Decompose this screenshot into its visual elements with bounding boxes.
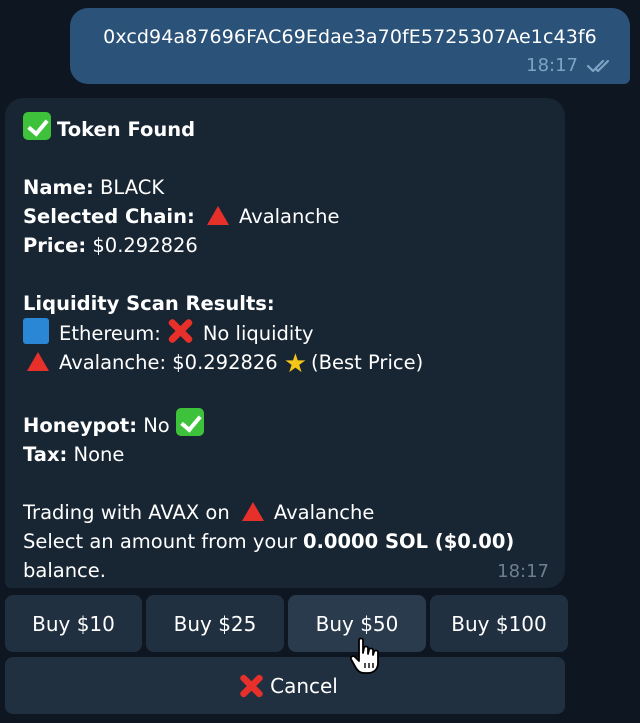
hand-cursor-icon [349,637,379,674]
token-found-header: Token Found [23,112,547,144]
name-label: Name: [23,176,94,199]
scan-title-line: Liquidity Scan Results: [23,289,547,318]
cancel-button[interactable]: Cancel [5,657,565,714]
scan-avax-line: Avalanche: $0.292826 ★ (Best Price) [23,348,547,379]
outgoing-message-time: 18:17 [526,55,578,76]
scan-title: Liquidity Scan Results: [23,292,275,315]
name-value: BLACK [100,176,165,199]
chain-value: Avalanche [238,205,340,228]
red-triangle-icon [241,502,264,521]
select-line: Select an amount from your 0.0000 SOL ($… [23,527,547,556]
cross-icon [239,673,264,698]
incoming-message: Token Found Name: BLACK Selected Chain: … [5,98,565,588]
tax-line: Tax: None [23,440,547,469]
price-label: Price: [23,234,87,257]
chat-window: 0xcd94a87696FAC69Edae3a70fE5725307Ae1c43… [0,0,640,723]
trading-chain: Avalanche [273,501,375,524]
check-box-icon [23,112,51,140]
price-value: $0.292826 [92,234,198,257]
outgoing-message: 0xcd94a87696FAC69Edae3a70fE5725307Ae1c43… [70,8,630,84]
buy-25-button[interactable]: Buy $25 [146,595,284,652]
price-line: Price: $0.292826 [23,231,547,260]
scan-eth-label: Ethereum: [59,322,161,345]
buy-10-button[interactable]: Buy $10 [5,595,142,652]
honeypot-label: Honeypot: [23,414,138,437]
select-suffix: balance. [23,559,106,582]
select-suffix-line: balance. [23,556,547,585]
red-triangle-icon [206,206,229,225]
cross-icon [167,318,193,344]
inline-keyboard-row-1: Buy $10 Buy $25 Buy $50 Buy $100 [5,595,568,652]
buy-100-button[interactable]: Buy $100 [430,595,568,652]
select-prefix: Select an amount from your [23,530,297,553]
cancel-label: Cancel [270,673,338,698]
trading-prefix: Trading with AVAX on [23,501,230,524]
star-icon: ★ [283,349,308,379]
scan-eth-line: Ethereum: No liquidity [23,318,547,348]
token-found-title: Token Found [57,118,196,141]
trading-line: Trading with AVAX on Avalanche [23,498,547,527]
outgoing-message-text: 0xcd94a87696FAC69Edae3a70fE5725307Ae1c43… [103,26,597,48]
honeypot-line: Honeypot: No [23,408,547,440]
chain-line: Selected Chain: Avalanche [23,202,547,231]
tax-value: None [73,443,125,466]
chain-label: Selected Chain: [23,205,195,228]
outgoing-message-meta: 18:17 [526,55,616,76]
red-triangle-icon [27,352,49,371]
double-check-icon [586,59,610,72]
balance-value: 0.0000 SOL ($0.00) [302,530,515,553]
scan-avax-note: (Best Price) [311,351,424,374]
inline-keyboard-row-2: Cancel [5,657,565,714]
tax-label: Tax: [23,443,68,466]
scan-avax-label: Avalanche: $0.292826 [59,351,278,374]
blue-square-icon [23,318,49,344]
honeypot-value: No [143,414,170,437]
name-line: Name: BLACK [23,173,547,202]
check-box-icon [175,408,204,436]
incoming-message-time: 18:17 [497,561,549,582]
scan-eth-value: No liquidity [202,322,314,345]
